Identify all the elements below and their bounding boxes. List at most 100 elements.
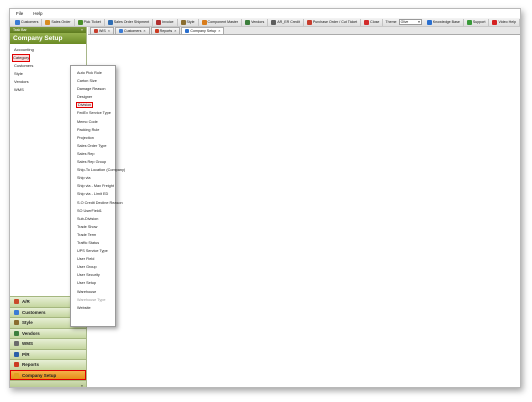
popup-menu-item[interactable]: Traffic Status: [71, 239, 115, 247]
toolbar-button-sales-order-shipment[interactable]: Sales Order Shipment: [105, 18, 154, 26]
popup-menu-item[interactable]: User Setup: [71, 279, 115, 287]
expand-arrow-icon[interactable]: »: [81, 383, 83, 388]
toolbar-button-video-help[interactable]: Video Help: [489, 18, 520, 26]
vendors-icon: [245, 19, 251, 25]
theme-select[interactable]: Olive: [398, 19, 422, 25]
popup-menu-item[interactable]: Projection: [71, 134, 115, 142]
sidebar-title: Company Setup: [10, 33, 86, 44]
help-icon: [426, 19, 432, 25]
tab-customers[interactable]: Customers ×: [115, 27, 150, 34]
component-icon: [201, 19, 207, 25]
popup-menu-item-label: SO UserField1: [77, 208, 102, 213]
popup-menu-item[interactable]: Trade Show: [71, 223, 115, 231]
toolbar-button-close[interactable]: Close: [361, 18, 384, 26]
popup-menu-item[interactable]: Ship via: [71, 174, 115, 182]
popup-menu-item[interactable]: Sales Rep Group: [71, 158, 115, 166]
popup-menu-item[interactable]: Ship via - Limit ED: [71, 190, 115, 198]
sidebar-section-label: P/R: [22, 351, 30, 357]
popup-menu-item[interactable]: User Group: [71, 263, 115, 271]
toolbar-button-label: Support: [472, 20, 486, 24]
toolbar-button-customers[interactable]: Customers: [12, 18, 43, 26]
close-tab-icon[interactable]: ×: [108, 29, 110, 33]
popup-menu-item[interactable]: Division: [71, 101, 115, 109]
popup-menu-item-label: Auto Pick Rule: [77, 71, 102, 75]
popup-menu-item-label: Sales Rep: [77, 151, 95, 156]
menu-file[interactable]: File: [16, 11, 23, 16]
popup-menu-item-label: Division: [75, 102, 94, 109]
popup-menu-item[interactable]: Designer: [71, 93, 115, 101]
popup-menu-item[interactable]: Memo Code: [71, 118, 115, 126]
popup-menu-item[interactable]: Packing Rule: [71, 126, 115, 134]
sidebar-section-wms[interactable]: WMS: [10, 338, 86, 349]
sidebar-section-p-r[interactable]: P/R: [10, 348, 86, 359]
popup-menu-item[interactable]: Sales Order Type: [71, 142, 115, 150]
popup-menu-item[interactable]: S.O Credit Decline Reason: [71, 199, 123, 207]
taskbar-label: Task Bar: [13, 28, 27, 32]
toolbar-button-support[interactable]: Support: [464, 18, 490, 26]
close-tab-icon[interactable]: ×: [143, 29, 145, 33]
popup-menu-item[interactable]: Carton Size: [71, 77, 115, 85]
video-icon: [492, 19, 498, 25]
popup-menu-item[interactable]: Website: [71, 304, 115, 312]
toolbar-button-knowledge-base[interactable]: Knowledge Base: [424, 18, 464, 26]
toolbar-button-purchase-order-cut-ticket[interactable]: Purchase Order / Cut Ticket: [304, 18, 362, 26]
tab-wis[interactable]: WIS ×: [90, 27, 115, 34]
popup-menu-item-label: S.O Credit Decline Reason: [77, 200, 123, 205]
popup-menu-item-label: User Group: [77, 265, 97, 270]
tab-label: Company Setup: [190, 29, 217, 33]
pr-icon: [14, 351, 19, 357]
popup-menu-item[interactable]: Ship via - Max Freight: [71, 182, 115, 190]
popup-menu-item-label: User Field: [77, 257, 95, 262]
popup-menu-item-label: Ship-To Location (Company): [77, 168, 126, 173]
sidebar-link-category[interactable]: Category: [12, 54, 30, 62]
toolbar-button-vendors[interactable]: Vendors: [242, 18, 269, 26]
toolbar-button-label: Component Master: [207, 20, 239, 24]
sidebar-section-reports[interactable]: Reports: [10, 359, 86, 370]
popup-menu-item[interactable]: Damage Reason: [71, 85, 115, 93]
invoice-icon: [156, 19, 162, 25]
popup-menu-item[interactable]: FedEx Service Type: [71, 109, 115, 117]
popup-menu-item[interactable]: SO UserField1: [71, 207, 115, 215]
popup-menu-item-label: Designer: [77, 95, 93, 100]
popup-menu-item-label: User Setup: [77, 281, 96, 286]
sidebar-link-accounting[interactable]: Accounting: [10, 46, 86, 54]
toolbar-button-component-master[interactable]: Component Master: [199, 18, 243, 26]
collapse-sidebar-icon[interactable]: «: [81, 28, 83, 32]
popup-menu-item-label: Warehouse: [77, 289, 97, 294]
sidebar-section-company-setup[interactable]: Company Setup: [10, 369, 86, 380]
toolbar-button-label: Sales Order: [51, 20, 71, 24]
toolbar-button-ar-er-credit[interactable]: AR_ER Credit: [268, 18, 304, 26]
toolbar-button-sales-order[interactable]: Sales Order: [42, 18, 75, 26]
toolbar-button-label: Pick Ticket: [83, 20, 101, 24]
close-tab-icon[interactable]: ×: [218, 29, 220, 33]
popup-menu-item[interactable]: Trade Term: [71, 231, 115, 239]
popup-menu-item[interactable]: Sub-Division: [71, 215, 115, 223]
style-icon: [180, 19, 186, 25]
popup-menu-item-label: UPS Service Type: [77, 249, 108, 254]
toolbar-button-label: AR_ER Credit: [277, 20, 300, 24]
toolbar-button-style[interactable]: Style: [178, 18, 199, 26]
sidebar-section-vendors[interactable]: Vendors: [10, 327, 86, 338]
popup-menu-item-label: FedEx Service Type: [77, 111, 111, 116]
popup-menu-item-label: Trade Show: [77, 224, 98, 229]
popup-menu-item[interactable]: Warehouse: [71, 288, 115, 296]
popup-menu-item[interactable]: Sales Rep: [71, 150, 115, 158]
tab-reports[interactable]: Reports ×: [150, 27, 181, 34]
customers-icon: [14, 309, 19, 315]
popup-menu-item[interactable]: User Security: [71, 271, 115, 279]
menu-help[interactable]: Help: [33, 11, 42, 16]
popup-menu-item[interactable]: User Field: [71, 255, 115, 263]
tab-company-setup[interactable]: Company Setup ×: [181, 27, 225, 34]
popup-menu-item[interactable]: Ship-To Location (Company): [71, 166, 125, 174]
popup-menu-item[interactable]: Auto Pick Rule: [71, 69, 115, 77]
sidebar-section-label: Reports: [22, 362, 40, 368]
sidebar-section-label: Style: [22, 320, 33, 326]
close-tab-icon[interactable]: ×: [174, 29, 176, 33]
sidebar-section-label: A/R: [22, 299, 30, 305]
popup-menu-item[interactable]: UPS Service Type: [71, 247, 115, 255]
toolbar-button-invoice[interactable]: Invoice: [153, 18, 178, 26]
shipment-icon: [107, 19, 113, 25]
toolbar-button-pick-ticket[interactable]: Pick Ticket: [75, 18, 105, 26]
popup-menu-item-label: Memo Code: [77, 119, 98, 124]
credit-icon: [271, 19, 277, 25]
